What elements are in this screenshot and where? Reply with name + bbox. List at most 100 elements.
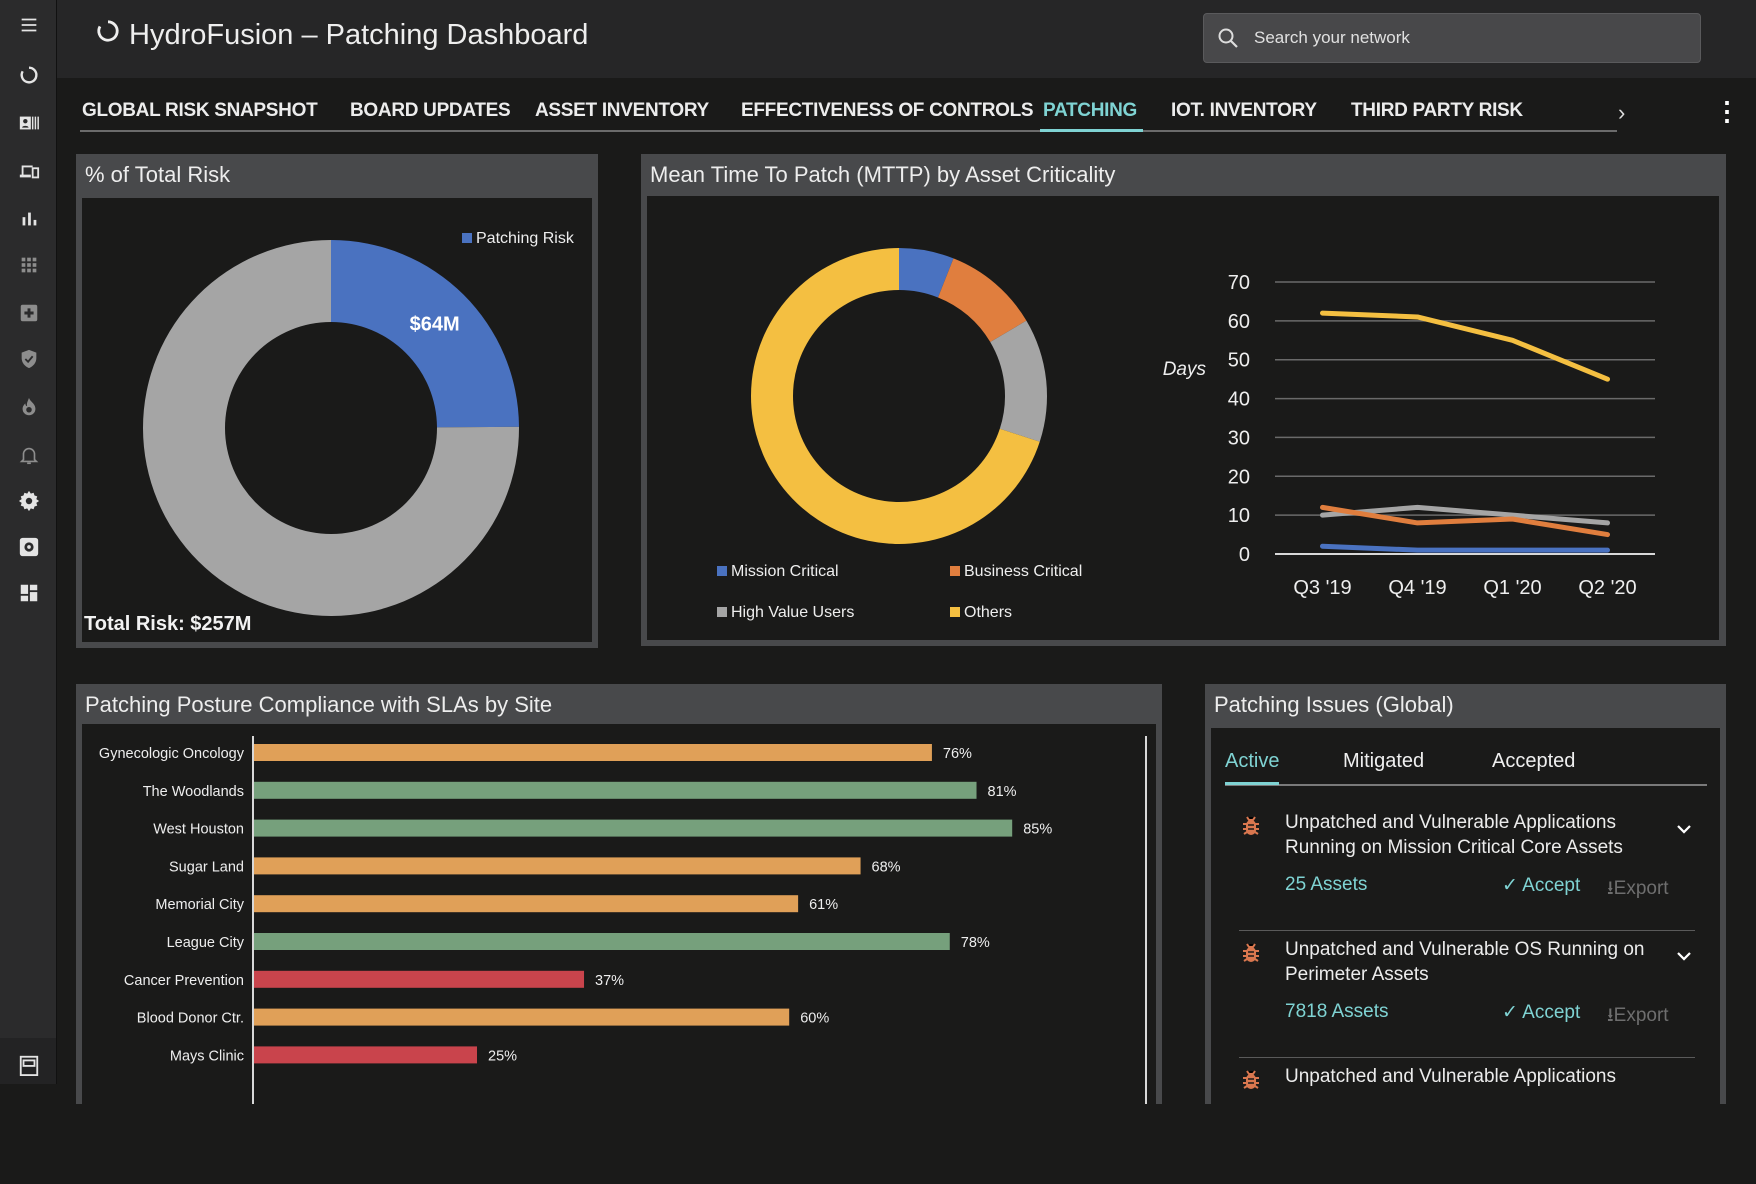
legend-label: High Value Users bbox=[731, 604, 854, 621]
data-label: 25% bbox=[488, 1048, 517, 1064]
menu-icon[interactable] bbox=[14, 10, 44, 40]
tab-active[interactable]: Active bbox=[1225, 750, 1280, 785]
y-tick-label: 30 bbox=[1228, 427, 1250, 449]
accept-label: Accept bbox=[1522, 1002, 1581, 1023]
bug-icon bbox=[1239, 814, 1263, 838]
asset-count-link[interactable]: 25 Assets bbox=[1285, 874, 1367, 896]
ring-logo-icon[interactable] bbox=[14, 60, 44, 90]
chevron-down-icon[interactable] bbox=[1675, 820, 1693, 838]
bar-memorial-city bbox=[254, 895, 799, 913]
category-label: West Houston bbox=[153, 822, 244, 838]
export-label: Export bbox=[1613, 878, 1669, 899]
category-label: Memorial City bbox=[155, 897, 244, 913]
layout-icon[interactable] bbox=[14, 1050, 44, 1080]
bar-chart-icon[interactable] bbox=[14, 204, 44, 234]
panel-title: % of Total Risk bbox=[85, 162, 231, 187]
category-label: The Woodlands bbox=[143, 784, 244, 800]
series-line-mission-critical bbox=[1320, 543, 1610, 553]
accept-button[interactable]: ✓ Accept bbox=[1502, 1001, 1580, 1024]
mttp-charts: Mission Critical Business Critical High Va… bbox=[717, 248, 1655, 621]
chevron-down-icon[interactable] bbox=[1675, 947, 1693, 965]
flame-icon[interactable] bbox=[14, 392, 44, 422]
asset-count-link[interactable]: 7818 Assets bbox=[1285, 1001, 1389, 1023]
download-icon: ⭳ bbox=[1607, 1005, 1614, 1026]
check-icon: ✓ bbox=[1502, 1002, 1518, 1023]
category-label: Cancer Prevention bbox=[124, 973, 244, 989]
tab-accepted[interactable]: Accepted bbox=[1492, 750, 1575, 773]
app-title-text: HydroFusion – Patching Dashboard bbox=[129, 18, 589, 51]
patching-issues-panel: Patching Issues (Global) Active Mitigate… bbox=[1205, 684, 1726, 1104]
total-risk-chart: $64M Patching Risk Total Risk: $257M bbox=[82, 198, 592, 642]
bar-west-houston bbox=[254, 819, 1013, 837]
total-risk-donut: $64M Patching Risk Total Risk: $257M bbox=[84, 230, 575, 635]
y-axis-label: Days bbox=[1163, 359, 1207, 380]
grid-apps-icon[interactable] bbox=[14, 250, 44, 280]
issue-item[interactable]: Unpatched and Vulnerable OS Running on P… bbox=[1239, 931, 1695, 1058]
settings-box-icon[interactable] bbox=[14, 532, 44, 562]
bell-icon[interactable] bbox=[14, 440, 44, 470]
issue-title: Unpatched and Vulnerable Applications Ru… bbox=[1285, 812, 1623, 858]
legend-swatch bbox=[950, 607, 960, 617]
tab-iot-inventory[interactable]: IOT. INVENTORY bbox=[1171, 100, 1317, 122]
contact-card-icon[interactable] bbox=[14, 108, 44, 138]
y-tick-label: 70 bbox=[1228, 272, 1250, 294]
compliance-bar-chart: Gynecologic Oncology 76% The Woodlands 81% W… bbox=[99, 736, 1147, 1104]
tab-third-party-risk[interactable]: THIRD PARTY RISK bbox=[1351, 100, 1523, 122]
y-tick-label: 60 bbox=[1228, 311, 1250, 333]
compliance-chart: Gynecologic Oncology 76% The Woodlands 81% W… bbox=[82, 724, 1156, 1104]
panel-title: Patching Issues (Global) bbox=[1214, 692, 1454, 717]
tab-patching[interactable]: PATCHING bbox=[1039, 100, 1144, 132]
bug-icon bbox=[1239, 1068, 1263, 1092]
panel-title: Patching Posture Compliance with SLAs by… bbox=[85, 692, 553, 717]
bar-league-city bbox=[254, 933, 950, 950]
issue-tabs: Active Mitigated Accepted bbox=[1225, 744, 1707, 786]
bar-sugar-land bbox=[254, 857, 861, 875]
shield-check-icon[interactable] bbox=[14, 344, 44, 374]
mttp-panel: Mean Time To Patch (MTTP) by Asset Criti… bbox=[641, 154, 1726, 646]
search-input[interactable] bbox=[1252, 27, 1676, 49]
dashboard-icon[interactable] bbox=[14, 578, 44, 608]
accept-button[interactable]: ✓ Accept bbox=[1502, 874, 1580, 897]
export-button[interactable]: ⭳Export bbox=[1607, 1001, 1669, 1033]
donut-slice-high-value-users bbox=[990, 320, 1047, 442]
chevron-right-icon[interactable]: › bbox=[1618, 100, 1625, 126]
legend-label: Others bbox=[964, 604, 1012, 621]
series-line-others bbox=[1320, 310, 1610, 382]
tab-mitigated[interactable]: Mitigated bbox=[1343, 750, 1424, 773]
export-label: Export bbox=[1613, 1005, 1669, 1026]
panel-title: Mean Time To Patch (MTTP) by Asset Criti… bbox=[650, 162, 1116, 187]
tab-asset-inventory[interactable]: ASSET INVENTORY bbox=[535, 100, 709, 122]
data-label: 61% bbox=[809, 897, 838, 913]
legend-label: Business Critical bbox=[964, 563, 1082, 580]
bar-mays-clinic bbox=[254, 1046, 477, 1064]
legend-swatch bbox=[717, 566, 727, 576]
bar-cancer-prevention bbox=[254, 970, 585, 988]
category-label: Sugar Land bbox=[169, 859, 244, 875]
medical-plus-icon[interactable] bbox=[14, 298, 44, 328]
x-tick-label: Q1 '20 bbox=[1483, 577, 1541, 599]
issue-title: Unpatched and Vulnerable OS Running on P… bbox=[1285, 939, 1645, 985]
x-tick-label: Q3 '19 bbox=[1293, 577, 1351, 599]
total-risk-annotation: Total Risk: $257M bbox=[84, 613, 251, 635]
gear-icon[interactable] bbox=[14, 486, 44, 516]
issues-body: Active Mitigated Accepted Unpatched and … bbox=[1211, 728, 1720, 1104]
issue-item[interactable]: Unpatched and Vulnerable Applications Ru… bbox=[1239, 804, 1695, 931]
total-risk-panel: % of Total Risk $64M Patching Risk Total R… bbox=[76, 154, 598, 648]
tab-global-risk-snapshot[interactable]: GLOBAL RISK SNAPSHOT bbox=[82, 100, 318, 122]
legend-swatch bbox=[717, 607, 727, 617]
tab-board-updates[interactable]: BOARD UPDATES bbox=[350, 100, 511, 122]
accept-label: Accept bbox=[1522, 875, 1581, 896]
tab-effectiveness-of-controls[interactable]: EFFECTIVENESS OF CONTROLS bbox=[741, 100, 1034, 122]
mttp-chart: Mission Critical Business Critical High Va… bbox=[647, 196, 1719, 640]
issue-item[interactable]: Unpatched and Vulnerable Applications bbox=[1239, 1058, 1695, 1184]
legend-swatch bbox=[462, 233, 472, 243]
export-button[interactable]: ⭳Export bbox=[1607, 874, 1669, 906]
data-label: 37% bbox=[595, 973, 624, 989]
category-label: Blood Donor Ctr. bbox=[137, 1011, 244, 1027]
category-label: Gynecologic Oncology bbox=[99, 746, 245, 762]
kebab-menu-icon[interactable]: ⋮ bbox=[1714, 96, 1740, 127]
download-icon: ⭳ bbox=[1607, 878, 1614, 899]
devices-icon[interactable] bbox=[14, 156, 44, 186]
category-label: League City bbox=[167, 935, 245, 951]
search-box[interactable] bbox=[1203, 13, 1701, 63]
